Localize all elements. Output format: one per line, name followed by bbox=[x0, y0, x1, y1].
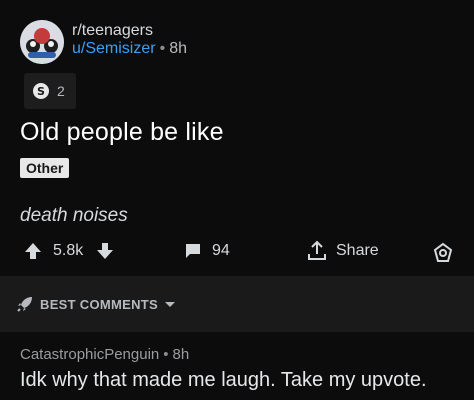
awards-badge[interactable]: S 2 bbox=[24, 73, 76, 109]
award-icon bbox=[433, 242, 453, 262]
downvote-icon bbox=[97, 243, 113, 259]
comment-count: 94 bbox=[212, 242, 230, 259]
award-count: 2 bbox=[57, 83, 65, 99]
post-body: death noises bbox=[20, 205, 128, 226]
sort-label: BEST COMMENTS bbox=[40, 296, 159, 312]
upvote-icon bbox=[25, 243, 41, 259]
chevron-down-icon bbox=[165, 302, 176, 307]
post-title[interactable]: Old people be like bbox=[20, 118, 224, 147]
rocket-icon bbox=[17, 297, 32, 312]
post-actions: 5.8k 94 Share bbox=[0, 232, 474, 272]
give-award-button[interactable] bbox=[432, 242, 454, 264]
comment-time: 8h bbox=[172, 346, 190, 363]
comment-author[interactable]: CatastrophicPenguin bbox=[20, 346, 159, 363]
downvote-button[interactable] bbox=[96, 242, 114, 260]
share-label: Share bbox=[336, 242, 379, 259]
comment-separator: • bbox=[163, 346, 169, 363]
share-icon bbox=[308, 240, 326, 260]
author-link[interactable]: u/Semisizer bbox=[72, 40, 156, 57]
comments-button[interactable]: 94 bbox=[184, 242, 230, 260]
share-button[interactable]: Share bbox=[306, 240, 379, 262]
sort-selector[interactable]: BEST COMMENTS bbox=[16, 295, 176, 313]
comment-body: Idk why that made me laugh. Take my upvo… bbox=[20, 369, 427, 391]
comment-meta: CatastrophicPenguin • 8h bbox=[20, 346, 189, 363]
post-flair[interactable]: Other bbox=[20, 158, 70, 178]
vote-score: 5.8k bbox=[53, 242, 84, 259]
post-meta: u/Semisizer • 8h bbox=[72, 40, 187, 58]
comment-item: CatastrophicPenguin • 8h Idk why that made… bbox=[0, 332, 474, 400]
silver-award-icon: S bbox=[33, 83, 49, 99]
post-time: 8h bbox=[169, 40, 187, 57]
upvote-button[interactable] bbox=[24, 242, 42, 260]
subreddit-name[interactable]: r/teenagers bbox=[72, 22, 153, 40]
svg-text:S: S bbox=[37, 85, 45, 98]
subreddit-avatar[interactable] bbox=[20, 20, 64, 64]
meta-separator: • bbox=[159, 40, 166, 57]
comment-sort-bar: BEST COMMENTS bbox=[0, 276, 474, 332]
comment-icon bbox=[186, 244, 200, 258]
post-card: r/teenagers u/Semisizer • 8h S 2 Old peopl… bbox=[0, 0, 474, 276]
